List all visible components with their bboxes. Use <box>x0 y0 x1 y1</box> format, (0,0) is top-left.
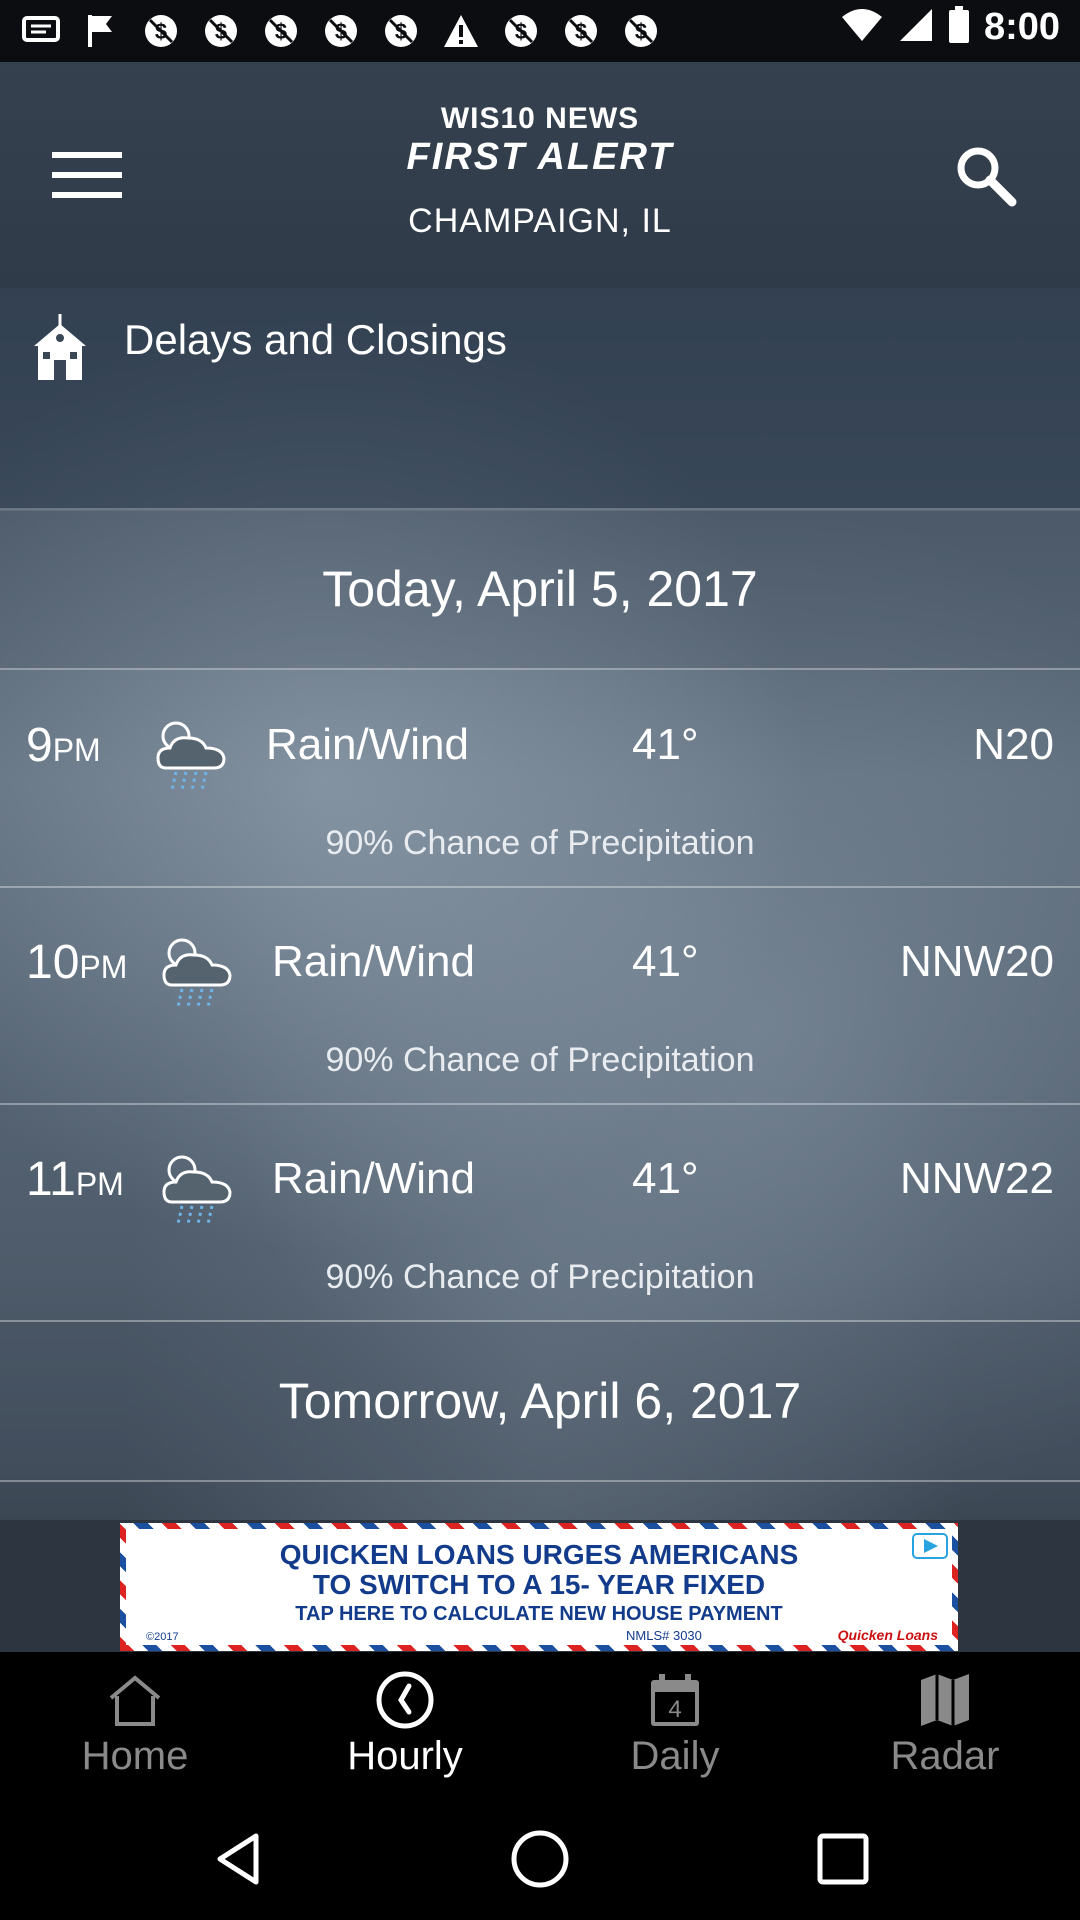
hour-condition: Rain/Wind <box>272 1154 475 1203</box>
hour-wind: N20 <box>973 720 1054 769</box>
hourly-row[interactable]: 11PM Rain/Wind 41° NNW22 90% Chance of P… <box>0 1104 1080 1322</box>
map-icon <box>915 1670 975 1730</box>
wifi-icon <box>840 7 884 48</box>
tab-home[interactable]: Home <box>0 1652 270 1798</box>
hour-temperature: 41° <box>632 1154 699 1203</box>
tab-radar-label: Radar <box>890 1734 1000 1778</box>
hourly-forecast-content: Delays and Closings Today, April 5, 2017… <box>0 288 1080 1520</box>
tab-home-label: Home <box>81 1734 189 1778</box>
hour-precipitation: 90% Chance of Precipitation <box>325 1041 755 1079</box>
hourly-row[interactable]: 9PM Rain/Wind 41° N20 90% Chance of Prec… <box>0 670 1080 888</box>
rain-cloud-icon <box>152 712 232 792</box>
recents-icon[interactable] <box>812 1828 874 1890</box>
hour-precipitation: 90% Chance of Precipitation <box>325 824 755 862</box>
no-money-icon: $ <box>560 10 602 52</box>
ad-nmls: NMLS# 3030 <box>626 1628 702 1643</box>
hour-precipitation: 90% Chance of Precipitation <box>325 1258 755 1296</box>
ad-cta: TAP HERE TO CALCULATE NEW HOUSE PAYMENT <box>295 1603 783 1625</box>
hour-time: 10PM <box>26 936 128 989</box>
hour-temperature: 41° <box>632 937 699 986</box>
no-money-icon: $ <box>260 10 302 52</box>
message-icon <box>20 10 62 52</box>
home-icon <box>105 1670 165 1730</box>
hour-wind: NNW20 <box>899 937 1054 986</box>
logo-top-text: WIS10 NEWS <box>440 102 640 135</box>
delays-label: Delays and Closings <box>124 316 507 363</box>
notification-icons: $ $ $ $ $ $ $ $ <box>20 10 662 52</box>
hour-time: 11PM <box>26 1153 124 1206</box>
status-bar: $ $ $ $ $ $ $ $ 8:00 <box>0 0 1080 62</box>
alert-icon <box>440 10 482 52</box>
ad-banner[interactable]: QUICKEN LOANS URGES AMERICANS TO SWITCH … <box>120 1523 958 1651</box>
no-money-icon: $ <box>500 10 542 52</box>
app-header: WIS10 NEWS FIRST ALERT CHAMPAIGN, IL <box>0 62 1080 288</box>
schoolhouse-icon <box>30 312 90 382</box>
no-money-icon: $ <box>140 10 182 52</box>
location-label: CHAMPAIGN, IL <box>408 202 672 240</box>
calendar-icon: 4 <box>645 1670 705 1730</box>
search-icon[interactable] <box>950 140 1020 210</box>
tab-daily[interactable]: 4 Daily <box>540 1652 810 1798</box>
home-circle-icon[interactable] <box>509 1828 571 1890</box>
no-money-icon: $ <box>200 10 242 52</box>
status-time: 8:00 <box>983 6 1060 48</box>
flag-icon <box>80 10 122 52</box>
rain-cloud-icon <box>158 1146 238 1226</box>
bottom-tab-bar: Home Hourly 4 Daily Radar <box>0 1652 1080 1798</box>
hour-wind: NNW22 <box>899 1154 1054 1203</box>
station-logo: WIS10 NEWS FIRST ALERT <box>380 102 700 202</box>
tab-hourly[interactable]: Hourly <box>270 1652 540 1798</box>
tab-daily-label: Daily <box>630 1734 720 1778</box>
tab-radar[interactable]: Radar <box>810 1652 1080 1798</box>
today-date-header: Today, April 5, 2017 <box>0 510 1080 670</box>
back-icon[interactable] <box>208 1828 270 1890</box>
signal-icon <box>898 7 934 48</box>
rain-cloud-icon <box>158 929 238 1009</box>
ad-choices-icon[interactable] <box>912 1533 948 1559</box>
delays-and-closings-banner[interactable]: Delays and Closings <box>0 288 1080 511</box>
no-money-icon: $ <box>620 10 662 52</box>
menu-icon[interactable] <box>52 152 122 206</box>
battery-icon <box>948 6 970 49</box>
ad-headline-1: QUICKEN LOANS URGES AMERICANS <box>279 1539 799 1570</box>
hour-temperature: 41° <box>632 720 699 769</box>
no-money-icon: $ <box>320 10 362 52</box>
ad-headline-2: TO SWITCH TO A 15- YEAR FIXED <box>312 1569 766 1600</box>
system-nav-bar <box>0 1798 1080 1920</box>
ad-copyright: ©2017 <box>146 1631 179 1643</box>
clock-icon <box>375 1670 435 1730</box>
calendar-day-badge: 4 <box>668 1696 681 1723</box>
hour-time: 9PM <box>26 719 101 772</box>
tab-hourly-label: Hourly <box>347 1734 463 1778</box>
ad-brand: Quicken Loans <box>837 1627 938 1643</box>
logo-main-text: FIRST ALERT <box>406 136 674 178</box>
hourly-row[interactable]: 10PM Rain/Wind 41° NNW20 90% Chance of P… <box>0 887 1080 1105</box>
no-money-icon: $ <box>380 10 422 52</box>
tomorrow-date-header: Tomorrow, April 6, 2017 <box>0 1322 1080 1482</box>
hour-condition: Rain/Wind <box>266 720 469 769</box>
status-right-group: 8:00 <box>840 6 1060 49</box>
hour-condition: Rain/Wind <box>272 937 475 986</box>
